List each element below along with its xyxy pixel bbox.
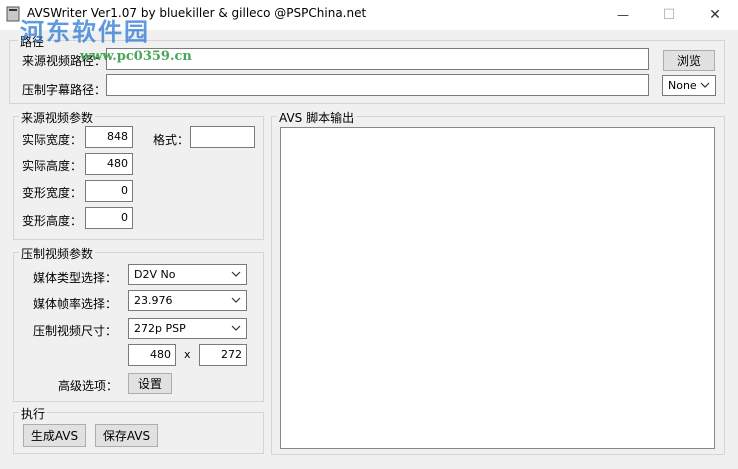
subtitle-path-input[interactable] [106,74,649,96]
watermark-url: www.pc0359.cn [80,49,192,64]
size-height-input[interactable]: 272 [199,344,247,366]
subtitle-option-value: None [668,79,697,92]
advanced-options-label: 高级选项： [58,379,119,393]
framerate-value: 23.976 [134,294,173,307]
generate-avs-button[interactable]: 生成AVS [23,424,86,447]
size-separator: x [184,348,191,361]
minimize-button[interactable]: — [600,0,646,30]
save-avs-button[interactable]: 保存AVS [95,424,158,447]
actual-height-input[interactable]: 480 [85,153,133,175]
media-type-value: D2V No [134,268,176,281]
browse-button[interactable]: 浏览 [663,50,715,71]
media-type-label: 媒体类型选择： [33,271,118,285]
actual-height-label: 实际高度： [22,159,83,173]
media-type-select[interactable]: D2V No [128,264,247,285]
settings-button[interactable]: 设置 [128,373,172,394]
subtitle-option-select[interactable]: None [662,75,716,96]
app-icon [6,6,20,22]
encode-params-title: 压制视频参数 [19,245,96,262]
close-button[interactable]: ✕ [692,0,738,30]
source-params-title: 来源视频参数 [19,109,96,126]
framerate-select[interactable]: 23.976 [128,290,247,311]
video-size-select[interactable]: 272p PSP [128,318,247,339]
minimize-icon: — [617,8,629,22]
size-width-input[interactable]: 480 [128,344,176,366]
deform-height-label: 变形高度： [22,214,83,228]
avs-output-title: AVS 脚本输出 [277,109,357,126]
watermark-logo: 河东软件园 [20,17,150,46]
video-size-value: 272p PSP [134,322,186,335]
execute-group-title: 执行 [19,405,48,422]
framerate-label: 媒体帧率选择： [33,297,118,311]
video-size-label: 压制视频尺寸： [33,324,118,338]
close-icon: ✕ [709,7,721,23]
actual-width-input[interactable]: 848 [85,126,133,148]
actual-width-label: 实际宽度： [22,133,83,147]
subtitle-path-label: 压制字幕路径： [22,83,107,97]
deform-width-label: 变形宽度： [22,186,83,200]
maximize-button[interactable]: ☐ [646,0,692,30]
chevron-down-icon [700,82,710,88]
chevron-down-icon [231,297,241,303]
format-input[interactable] [190,126,255,148]
chevron-down-icon [231,271,241,277]
maximize-icon: ☐ [662,7,676,23]
format-label: 格式： [153,133,190,147]
avs-output-textarea[interactable] [280,127,715,449]
deform-width-input[interactable]: 0 [85,180,133,202]
deform-height-input[interactable]: 0 [85,207,133,229]
chevron-down-icon [231,325,241,331]
